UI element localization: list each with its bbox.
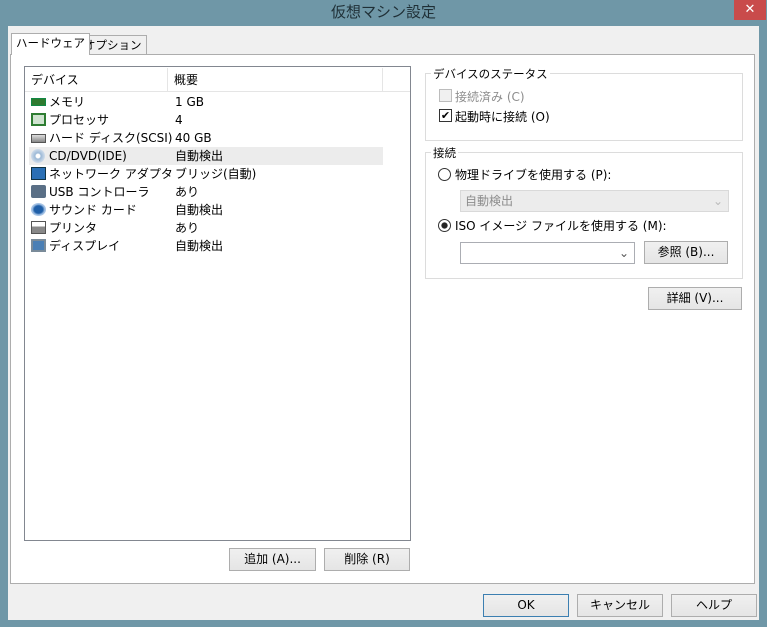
connect-on-start-checkbox[interactable]: ✔ (439, 109, 452, 122)
ok-button[interactable]: OK (483, 594, 569, 617)
window-title: 仮想マシン設定 (330, 3, 436, 21)
device-name: ディスプレイ (49, 239, 121, 253)
device-summary: 1 GB (175, 95, 204, 109)
connection-title: 接続 (431, 145, 458, 161)
device-name: プロセッサ (49, 113, 110, 127)
physical-drive-radio[interactable] (438, 168, 451, 181)
device-row[interactable]: ディスプレイ 自動検出 (29, 237, 383, 255)
device-summary: 40 GB (175, 131, 212, 145)
device-row[interactable]: プリンタ あり (29, 219, 383, 237)
connected-checkbox[interactable] (439, 89, 452, 102)
chevron-down-icon: ⌄ (618, 246, 629, 260)
hard-disk-icon (31, 134, 46, 143)
device-row[interactable]: ハード ディスク(SCSI) 40 GB (29, 129, 383, 147)
sound-icon (31, 203, 46, 216)
close-button[interactable]: ✕ (734, 0, 766, 20)
device-name: ハード ディスク(SCSI) (49, 131, 173, 145)
device-name: CD/DVD(IDE) (49, 149, 127, 163)
device-row[interactable]: CD/DVD(IDE) 自動検出 (29, 147, 383, 165)
device-row[interactable]: メモリ 1 GB (29, 93, 383, 111)
device-name: メモリ (49, 95, 86, 109)
physical-drive-label: 物理ドライブを使用する (P): (455, 168, 612, 182)
column-header-filler (383, 68, 410, 92)
device-name: USB コントローラ (49, 185, 150, 199)
iso-file-radio[interactable] (438, 219, 451, 232)
help-button[interactable]: ヘルプ (671, 594, 757, 617)
add-button[interactable]: 追加 (A)... (229, 548, 316, 571)
column-header-summary[interactable]: 概要 (168, 68, 383, 92)
device-name: プリンタ (49, 221, 98, 235)
device-summary: ブリッジ(自動) (175, 167, 257, 181)
chevron-down-icon: ⌄ (712, 194, 723, 208)
device-status-title: デバイスのステータス (431, 66, 550, 82)
cd-dvd-icon (31, 149, 45, 163)
device-name: サウンド カード (49, 203, 137, 217)
physical-drive-value: 自動検出 (465, 194, 514, 208)
device-row[interactable]: プロセッサ 4 (29, 111, 383, 129)
physical-drive-select[interactable]: 自動検出 ⌄ (460, 190, 729, 212)
device-status-group (425, 73, 743, 141)
device-summary: 自動検出 (175, 203, 224, 217)
iso-path-combo[interactable]: ⌄ (460, 242, 635, 264)
printer-icon (31, 221, 46, 234)
network-adapter-icon (31, 167, 46, 180)
memory-icon (31, 98, 46, 106)
connect-on-start-label: 起動時に接続 (O) (455, 110, 550, 124)
device-list[interactable]: デバイス 概要 メモリ 1 GB プロセッサ 4 ハード ディスク(SCSI) 40 GB… (24, 66, 411, 541)
device-row[interactable]: ネットワーク アダプタ ブリッジ(自動) (29, 165, 383, 183)
remove-button[interactable]: 削除 (R) (324, 548, 410, 571)
browse-button[interactable]: 参照 (B)... (644, 241, 728, 264)
device-summary: あり (175, 221, 200, 235)
device-row[interactable]: USB コントローラ あり (29, 183, 383, 201)
column-header-device[interactable]: デバイス (25, 68, 168, 92)
iso-file-label: ISO イメージ ファイルを使用する (M): (455, 219, 667, 233)
tab-hardware[interactable]: ハードウェア (11, 33, 90, 55)
usb-icon (31, 185, 46, 198)
cancel-button[interactable]: キャンセル (577, 594, 663, 617)
device-summary: 自動検出 (175, 149, 224, 163)
advanced-button[interactable]: 詳細 (V)... (648, 287, 742, 310)
device-row[interactable]: サウンド カード 自動検出 (29, 201, 383, 219)
display-icon (31, 239, 46, 252)
device-summary: あり (175, 185, 200, 199)
device-summary: 4 (175, 113, 183, 127)
device-name: ネットワーク アダプタ (49, 167, 173, 181)
processor-icon (31, 113, 46, 126)
device-summary: 自動検出 (175, 239, 224, 253)
connected-label: 接続済み (C) (455, 90, 525, 104)
